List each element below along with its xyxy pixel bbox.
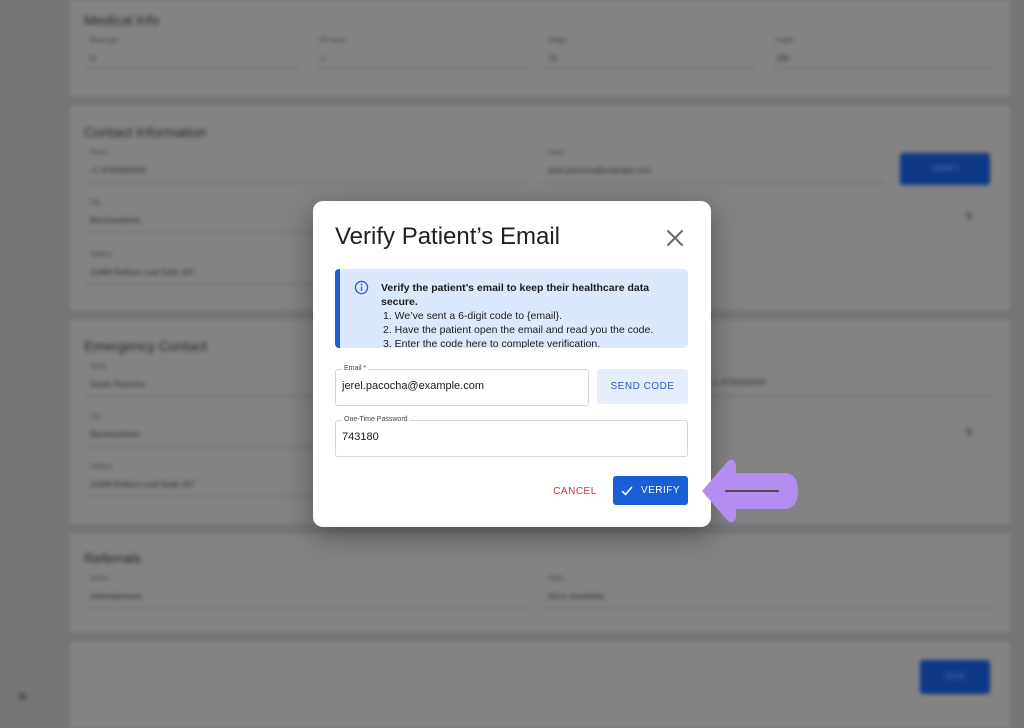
close-icon <box>667 230 683 246</box>
email-field: Email * <box>335 365 589 406</box>
info-step: 1. We’ve sent a 6-digit code to {email}. <box>383 310 562 322</box>
info-accent-bar <box>335 269 340 348</box>
dialog-title: Verify Patient’s Email <box>335 223 560 250</box>
verify-button-label: VERIFY <box>640 485 681 496</box>
pointer-arrow-icon <box>702 459 798 523</box>
verify-button[interactable]: VERIFY <box>613 476 688 505</box>
verify-email-dialog: Verify Patient’s Email Verify the patien… <box>313 201 711 527</box>
info-text: Verify the patient’s email to keep their… <box>381 281 688 348</box>
otp-field-label: One-Time Password <box>342 416 410 423</box>
cancel-button[interactable]: CANCEL <box>545 477 605 505</box>
email-input[interactable] <box>342 380 582 392</box>
check-icon <box>621 486 633 495</box>
info-alert: Verify the patient’s email to keep their… <box>335 269 688 348</box>
info-icon <box>354 280 369 295</box>
close-button[interactable] <box>664 227 686 249</box>
info-step: 2. Have the patient open the email and r… <box>383 324 654 336</box>
info-step: 3. Enter the code here to complete verif… <box>383 338 601 348</box>
email-field-label: Email * <box>342 365 369 372</box>
info-heading: Verify the patient’s email to keep their… <box>381 282 650 308</box>
otp-field: One-Time Password <box>335 416 688 457</box>
send-code-button[interactable]: SEND CODE <box>597 369 688 404</box>
otp-input[interactable] <box>342 431 672 443</box>
